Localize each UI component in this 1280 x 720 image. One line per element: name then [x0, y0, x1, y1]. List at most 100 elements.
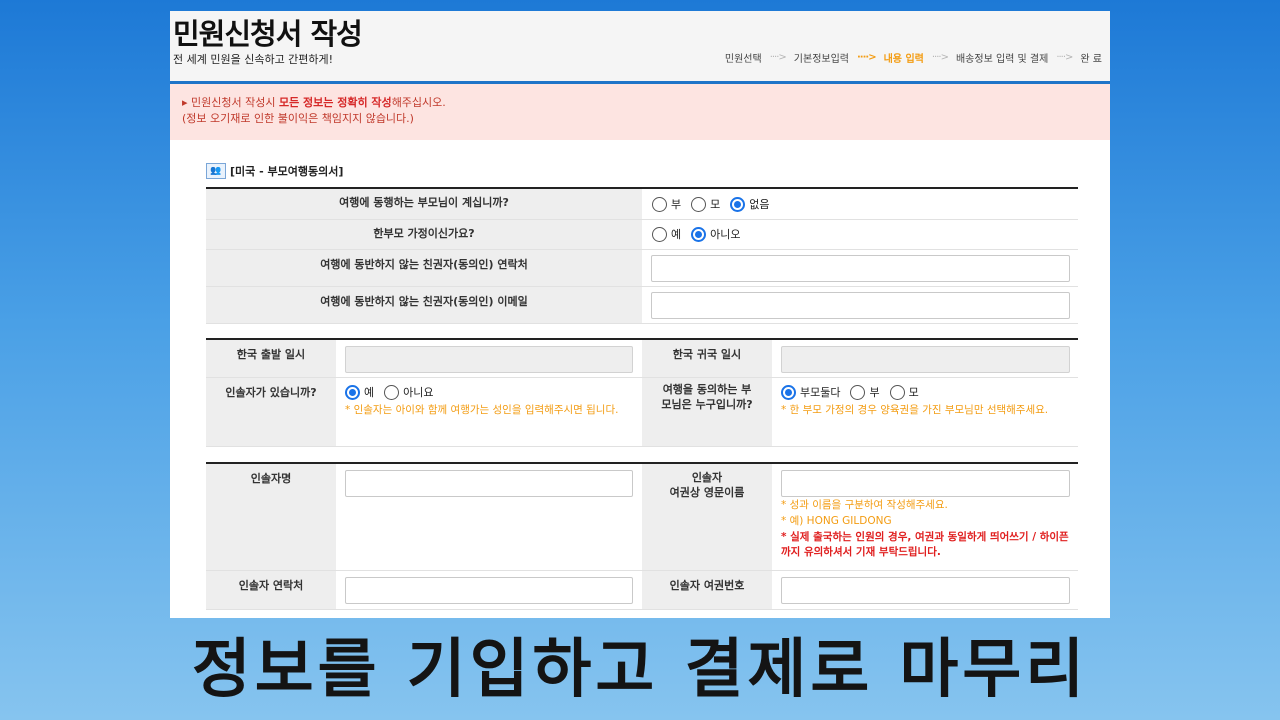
radio-label: 없음 — [749, 198, 770, 211]
radio-leader-no[interactable]: 아니요 — [384, 384, 434, 400]
leader-table: 인솔자명 인솔자 여권상 영문이름 * 성과 이름을 구분하여 작성해주세요. … — [206, 462, 1078, 618]
radio-none[interactable]: 없음 — [730, 196, 770, 212]
table-row: 여행에 동반하지 않는 친권자(동의인) 연락처 — [206, 250, 1078, 287]
leader-name-label-text: 인솔자명 — [250, 472, 292, 485]
page-header: 민원신청서 작성 전 세계 민원을 신속하고 간편하게! 민원선택 ····> … — [170, 11, 1110, 84]
q1-label: 여행에 동행하는 부모님이 계십니까? — [206, 189, 642, 219]
return-date-input[interactable] — [781, 346, 1070, 373]
companion-table: 여행에 동행하는 부모님이 계십니까? 부 모 없음 한부모 가정이신가요? 예… — [206, 187, 1078, 324]
section-title-text: [미국 - 부모여행동의서] — [230, 165, 344, 178]
q4-label-text: 여행에 동반하지 않는 친권자(동의인) 이메일 — [320, 295, 528, 308]
leader-contact-label-text: 인솔자 연락처 — [238, 579, 304, 592]
travel-table: 한국 출발 일시 한국 귀국 일시 인솔자가 있습니까? 예 아니요 * 인솔자… — [206, 338, 1078, 448]
table-row: 한부모 가정이신가요? 예 아니오 — [206, 220, 1078, 250]
table-row: 여행에 동반하지 않는 친권자(동의인) 이메일 — [206, 287, 1078, 324]
table-row: 여행에 동행하는 부모님이 계십니까? 부 모 없음 — [206, 189, 1078, 220]
q1-radio-group: 부 모 없음 — [652, 196, 780, 212]
eng-name-hint-1: * 성과 이름을 구분하여 작성해주세요. — [781, 499, 948, 511]
departure-label: 한국 출발 일시 — [206, 340, 336, 377]
radio-yes[interactable]: 예 — [652, 226, 681, 242]
notice-line-2: (정보 오기재로 인한 불이익은 책임지지 않습니다.) — [182, 112, 414, 125]
eng-name-input[interactable] — [781, 470, 1070, 497]
radio-leader-yes[interactable]: 예 — [345, 384, 374, 400]
step-select: 민원선택 — [724, 54, 762, 65]
notice-prefix: ▸ 민원신청서 작성시 — [182, 96, 279, 109]
radio-label: 아니오 — [710, 228, 741, 241]
eng-name-label: 인솔자 여권상 영문이름 — [642, 464, 772, 570]
table-row: 한국 출발 일시 한국 귀국 일시 — [206, 340, 1078, 378]
q3-label: 여행에 동반하지 않는 친권자(동의인) 연락처 — [206, 250, 642, 286]
q1-label-text: 여행에 동행하는 부모님이 계십니까? — [339, 196, 509, 209]
return-label-text: 한국 귀국 일시 — [672, 348, 742, 361]
step-basic-info: 기본정보입력 — [793, 54, 849, 65]
radio-circle-selected[interactable] — [781, 384, 796, 400]
radio-circle[interactable] — [850, 384, 866, 400]
passport-label: 인솔자 여권번호 — [642, 571, 772, 609]
leader-name-label: 인솔자명 — [206, 464, 336, 570]
leader-name-input[interactable] — [345, 470, 633, 497]
table-row: 인솔자 연락처 인솔자 여권번호 — [206, 571, 1078, 610]
step-arrow-icon: ····> — [1056, 52, 1073, 63]
notice-line-1: ▸ 민원신청서 작성시 모든 정보는 정확히 작성해주십시오. — [182, 95, 446, 111]
radio-label: 부 — [869, 386, 880, 399]
q4-label: 여행에 동반하지 않는 친권자(동의인) 이메일 — [206, 287, 642, 323]
radio-circle-selected[interactable] — [691, 226, 707, 242]
section-title: 👥 [미국 - 부모여행동의서] — [206, 163, 343, 179]
passport-number-input[interactable] — [781, 577, 1070, 604]
radio-no[interactable]: 아니오 — [691, 226, 741, 242]
application-form-panel: 민원신청서 작성 전 세계 민원을 신속하고 간편하게! 민원선택 ····> … — [170, 11, 1110, 618]
step-arrow-icon: ····> — [857, 52, 877, 63]
step-arrow-icon: ····> — [931, 52, 949, 63]
radio-label: 모 — [710, 198, 721, 211]
step-arrow-icon: ····> — [769, 52, 787, 63]
radio-father[interactable]: 부 — [652, 196, 681, 212]
q2-label: 한부모 가정이신가요? — [206, 220, 642, 249]
leader-contact-input[interactable] — [345, 577, 633, 604]
page-title: 민원신청서 작성 — [173, 17, 363, 51]
radio-label: 아니요 — [403, 386, 434, 399]
table-row: 인솔자명 인솔자 여권상 영문이름 * 성과 이름을 구분하여 작성해주세요. … — [206, 464, 1078, 571]
radio-circle-selected[interactable] — [730, 196, 746, 212]
return-label: 한국 귀국 일시 — [642, 340, 772, 377]
radio-label: 예 — [671, 228, 682, 241]
radio-circle[interactable] — [652, 226, 667, 242]
consent-hint: * 한 부모 가정의 경우 양육권을 가진 부모님만 선택해주세요. — [781, 404, 1049, 416]
q2-radio-group: 예 아니오 — [652, 226, 751, 242]
table-row: 인솔자가 있습니까? 예 아니요 * 인솔자는 아이와 함께 여행가는 성인을 … — [206, 378, 1078, 447]
leader-hint: * 인솔자는 아이와 함께 여행가는 성인을 입력해주시면 됩니다. — [345, 404, 619, 416]
radio-circle[interactable] — [691, 196, 707, 212]
step-complete: 완 료 — [1080, 54, 1102, 65]
notice-box: ▸ 민원신청서 작성시 모든 정보는 정확히 작성해주십시오. (정보 오기재로… — [170, 84, 1110, 140]
radio-label: 모 — [908, 386, 919, 399]
eng-name-hint-3: * 실제 출국하는 인원의 경우, 여권과 동일하게 띄어쓰기 / 하이픈까지 … — [781, 531, 1069, 558]
eng-name-label-line2: 여권상 영문이름 — [669, 486, 745, 499]
people-icon: 👥 — [206, 163, 226, 179]
radio-label: 예 — [364, 386, 375, 399]
radio-circle[interactable] — [889, 384, 905, 400]
leader-exists-label: 인솔자가 있습니까? — [206, 378, 336, 446]
caption-text: 정보를 기입하고 결제로 마무리 — [191, 633, 1089, 707]
radio-circle[interactable] — [384, 384, 400, 400]
radio-circle-selected[interactable] — [345, 384, 360, 400]
departure-label-text: 한국 출발 일시 — [236, 348, 306, 361]
departure-date-input[interactable] — [345, 346, 633, 373]
radio-label: 부모둘다 — [800, 386, 841, 399]
radio-circle[interactable] — [652, 196, 667, 212]
guardian-email-input[interactable] — [651, 292, 1070, 319]
page-subtitle: 전 세계 민원을 신속하고 간편하게! — [173, 53, 334, 66]
guardian-contact-input[interactable] — [651, 255, 1070, 282]
step-shipping-payment: 배송정보 입력 및 결제 — [955, 54, 1049, 65]
q3-label-text: 여행에 동반하지 않는 친권자(동의인) 연락처 — [320, 258, 528, 271]
radio-mother[interactable]: 모 — [889, 384, 919, 400]
notice-emphasis: 모든 정보는 정확히 작성 — [278, 96, 392, 109]
radio-mother[interactable]: 모 — [691, 196, 720, 212]
radio-label: 부 — [671, 198, 682, 211]
step-content-input: 내용 입력 — [883, 54, 924, 65]
radio-father[interactable]: 부 — [850, 384, 880, 400]
notice-suffix: 해주십시오. — [391, 96, 446, 109]
leader-radio-group: 예 아니요 — [345, 384, 444, 400]
radio-both-parents[interactable]: 부모둘다 — [781, 384, 840, 400]
eng-name-hint-2: * 예) HONG GILDONG — [781, 515, 892, 527]
leader-contact-label: 인솔자 연락처 — [206, 571, 336, 609]
leader-exists-label-text: 인솔자가 있습니까? — [225, 386, 317, 399]
